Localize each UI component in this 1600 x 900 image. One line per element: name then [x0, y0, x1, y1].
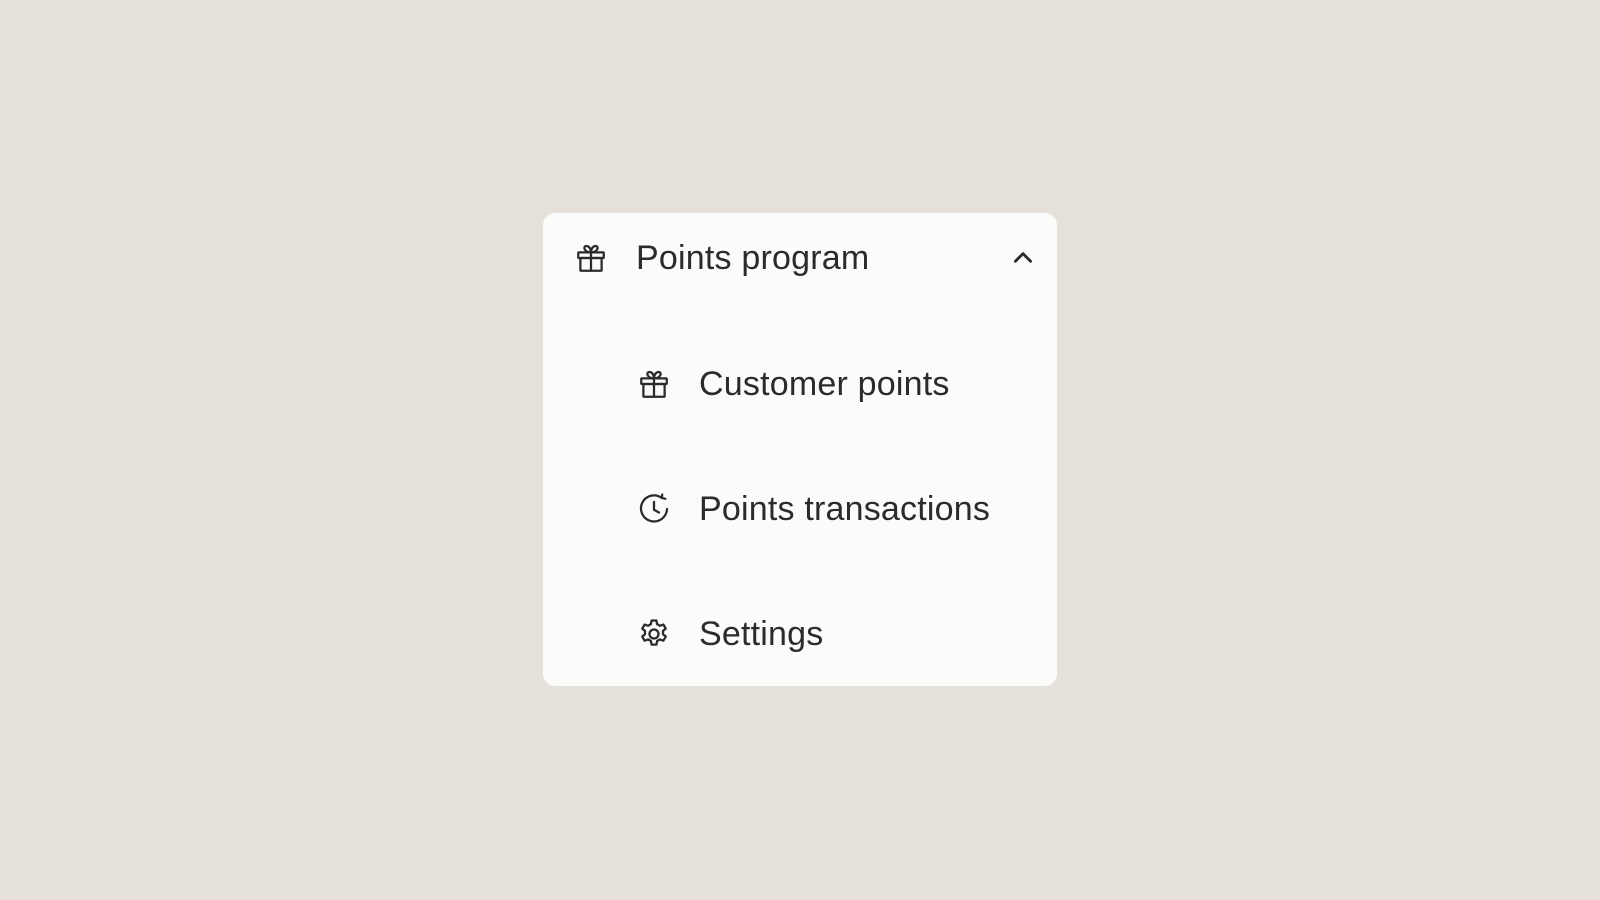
points-program-toggle[interactable]: Points program: [574, 236, 1036, 280]
points-program-menu: Points program Customer points Points tr…: [543, 213, 1057, 686]
gear-icon: [637, 617, 671, 651]
menu-item-customer-points[interactable]: Customer points: [637, 362, 1037, 406]
menu-item-label: Customer points: [699, 365, 950, 403]
history-clock-icon: [637, 492, 671, 526]
menu-item-settings[interactable]: Settings: [637, 612, 1037, 656]
gift-icon: [637, 367, 671, 401]
points-program-label: Points program: [636, 239, 870, 277]
menu-item-points-transactions[interactable]: Points transactions: [637, 487, 1037, 531]
menu-item-label: Points transactions: [699, 490, 991, 528]
chevron-up-icon[interactable]: [1010, 245, 1036, 271]
gift-icon: [574, 241, 608, 275]
menu-item-label: Settings: [699, 615, 824, 653]
